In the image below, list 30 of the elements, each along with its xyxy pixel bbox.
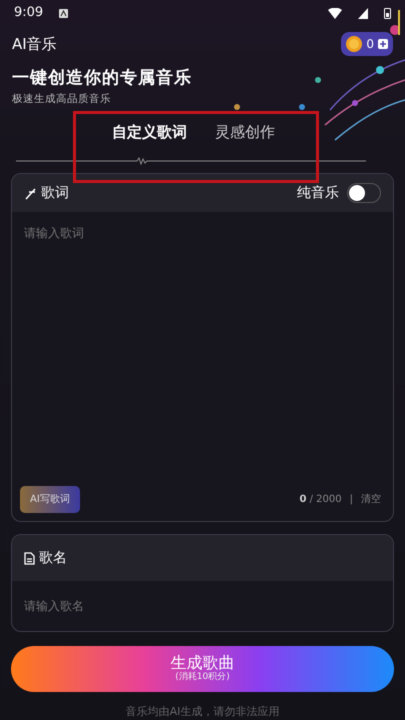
section-title: 歌词 xyxy=(41,184,69,203)
song-name-field[interactable]: 歌名 请输入歌名 xyxy=(11,534,394,632)
document-icon xyxy=(24,552,35,565)
ai-write-lyrics-button[interactable]: AI写歌词 xyxy=(20,486,80,514)
coin-balance-badge[interactable]: 0 xyxy=(341,32,393,56)
notification-icon xyxy=(59,8,68,18)
tab[interactable]: 自定义歌词 xyxy=(112,117,187,148)
coin-icon xyxy=(346,36,362,52)
tab[interactable]: 灵感创作 xyxy=(215,117,275,148)
pure-music-toggle[interactable] xyxy=(347,183,381,204)
status-time: 9:09 xyxy=(14,4,44,22)
wifi-icon xyxy=(328,8,342,18)
battery-icon xyxy=(384,7,391,19)
generate-song-button[interactable]: 生成歌曲 (消耗10积分) xyxy=(11,646,394,692)
section-title: 歌名 xyxy=(39,548,67,568)
song-name-input[interactable]: 请输入歌名 xyxy=(12,581,393,632)
signal-icon xyxy=(358,8,368,18)
app-title: AI音乐 xyxy=(12,34,57,55)
subtitle: 极速生成高品质音乐 xyxy=(11,92,112,106)
toggle-label: 纯音乐 xyxy=(297,184,339,203)
headline: 一键创造你的专属音乐 xyxy=(11,67,193,90)
lyrics-field[interactable]: 歌词 纯音乐 请输入歌词 AI写歌词 0 / 2000 | 清空 xyxy=(11,173,394,522)
disclaimer-text: 音乐均由AI生成，请勿非法应用 xyxy=(124,704,280,720)
add-icon xyxy=(378,39,388,49)
quill-icon xyxy=(24,186,37,200)
character-count: 0 / 2000 xyxy=(299,493,342,508)
lyrics-input[interactable]: 请输入歌词 xyxy=(12,212,393,486)
coin-count: 0 xyxy=(366,36,374,53)
divider-text: | xyxy=(350,493,353,508)
clear-link[interactable]: 清空 xyxy=(361,492,381,508)
